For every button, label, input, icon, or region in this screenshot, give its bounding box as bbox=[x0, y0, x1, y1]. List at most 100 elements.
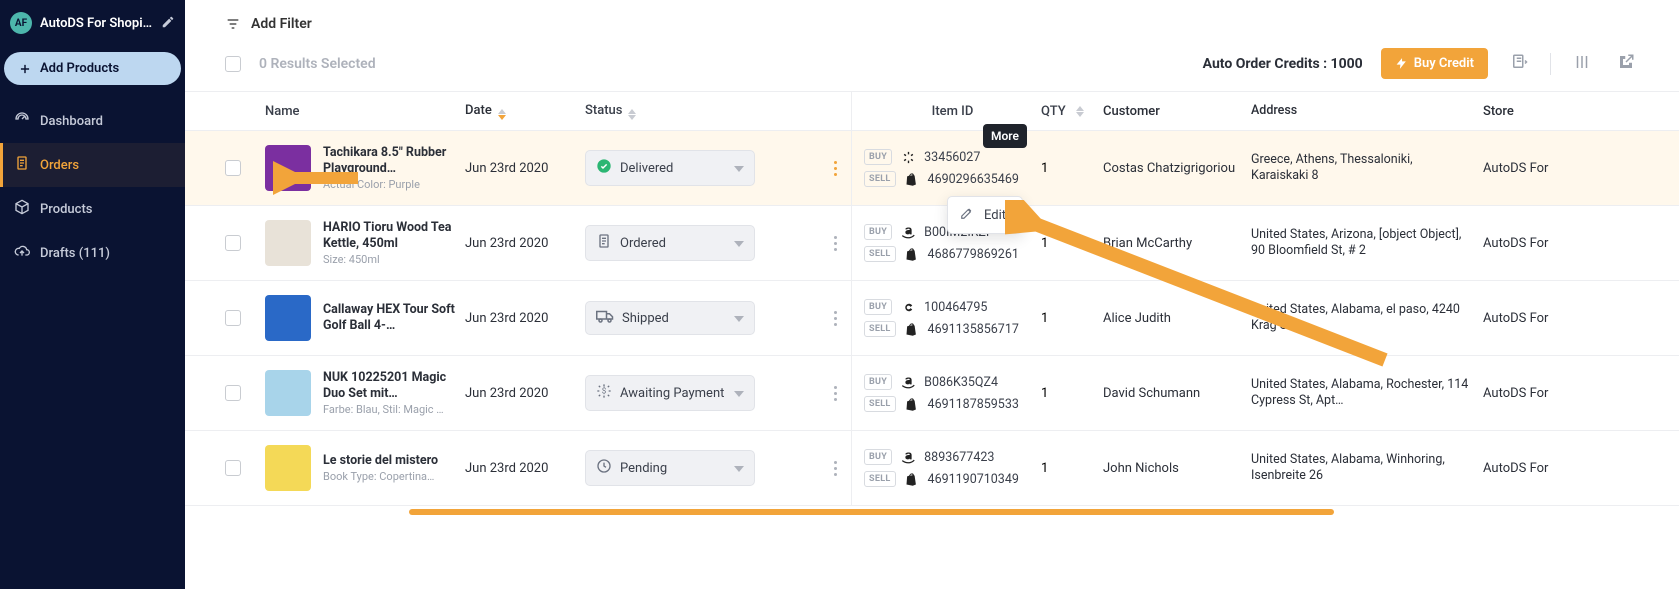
store-name: AutoDS For Shopif... bbox=[40, 16, 153, 31]
sidebar-item-orders[interactable]: Orders bbox=[0, 143, 185, 187]
table-row: Tachikara 8.5" Rubber Playground… Actual … bbox=[185, 131, 1679, 206]
address: United States, Alabama, Winhoring, Isenb… bbox=[1251, 452, 1483, 485]
status-select[interactable]: Delivered bbox=[585, 150, 755, 186]
order-date: Jun 23rd 2020 bbox=[465, 236, 585, 251]
sidebar-item-drafts[interactable]: Drafts (111) bbox=[0, 231, 185, 275]
product-thumbnail[interactable] bbox=[265, 220, 311, 266]
chevron-down-icon bbox=[734, 236, 744, 251]
buy-id[interactable]: 100464795 bbox=[924, 300, 987, 315]
product-meta: Actual Color: Purple bbox=[323, 178, 453, 191]
store-name-cell: AutoDS For bbox=[1483, 161, 1583, 176]
sidebar-item-products[interactable]: Products bbox=[0, 187, 185, 231]
pencil-icon[interactable] bbox=[161, 14, 175, 33]
col-store[interactable]: Store bbox=[1483, 104, 1583, 119]
qty: 1 bbox=[1041, 161, 1103, 176]
sell-tag: SELL bbox=[864, 171, 896, 187]
store-name-cell: AutoDS For bbox=[1483, 236, 1583, 251]
product-meta: Book Type: Copertina… bbox=[323, 470, 438, 483]
address: United States, Arizona, [object Object],… bbox=[1251, 227, 1483, 260]
table-row: Callaway HEX Tour Soft Golf Ball 4-…Jun … bbox=[185, 281, 1679, 356]
sidebar-item-label: Dashboard bbox=[40, 114, 103, 129]
more-actions-button[interactable] bbox=[832, 455, 839, 482]
store-name-cell: AutoDS For bbox=[1483, 461, 1583, 476]
product-thumbnail[interactable] bbox=[265, 295, 311, 341]
status-select[interactable]: Ordered bbox=[585, 225, 755, 261]
add-products-button[interactable]: Add Products bbox=[4, 52, 181, 85]
nav: Dashboard Orders Products Drafts (111) bbox=[0, 99, 185, 275]
more-actions-button[interactable] bbox=[832, 305, 839, 332]
buy-credit-button[interactable]: Buy Credit bbox=[1381, 48, 1488, 79]
status-select[interactable]: Shipped bbox=[585, 301, 755, 335]
more-actions-button[interactable] bbox=[832, 155, 839, 182]
col-status[interactable]: Status bbox=[585, 103, 819, 120]
cloud-upload-icon bbox=[14, 243, 30, 263]
row-checkbox[interactable] bbox=[225, 160, 241, 176]
sell-id[interactable]: 4691135856717 bbox=[928, 322, 1019, 337]
more-tooltip: More bbox=[983, 124, 1027, 148]
status-icon: $ bbox=[596, 383, 612, 403]
customer-name: David Schumann bbox=[1103, 386, 1251, 401]
row-checkbox[interactable] bbox=[225, 310, 241, 326]
product-thumbnail[interactable] bbox=[265, 445, 311, 491]
sell-tag: SELL bbox=[864, 246, 896, 262]
store-selector[interactable]: AF AutoDS For Shopif... bbox=[0, 0, 185, 46]
product-name[interactable]: Le storie del mistero bbox=[323, 453, 438, 469]
qty: 1 bbox=[1041, 311, 1103, 326]
export-icon[interactable] bbox=[1506, 49, 1532, 79]
status-icon bbox=[596, 233, 612, 253]
product-name[interactable]: Tachikara 8.5" Rubber Playground… bbox=[323, 145, 465, 176]
sell-tag: SELL bbox=[864, 396, 896, 412]
status-select[interactable]: $ Awaiting Payment bbox=[585, 375, 755, 411]
columns-icon[interactable] bbox=[1569, 49, 1595, 79]
store-name-cell: AutoDS For bbox=[1483, 311, 1583, 326]
row-checkbox[interactable] bbox=[225, 460, 241, 476]
horizontal-scrollbar[interactable] bbox=[409, 509, 1334, 515]
sell-id[interactable]: 4686779869261 bbox=[928, 247, 1019, 262]
status-select[interactable]: Pending bbox=[585, 450, 755, 486]
pencil-icon bbox=[960, 206, 974, 224]
product-name[interactable]: HARIO Tioru Wood Tea Kettle, 450ml bbox=[323, 220, 465, 251]
product-thumbnail[interactable] bbox=[265, 370, 311, 416]
buy-id[interactable]: 8893677423 bbox=[924, 450, 994, 465]
source-icon bbox=[904, 471, 920, 487]
product-name[interactable]: Callaway HEX Tour Soft Golf Ball 4-… bbox=[323, 302, 465, 333]
row-checkbox[interactable] bbox=[225, 385, 241, 401]
add-filter-button[interactable]: Add Filter bbox=[225, 16, 312, 32]
buy-id[interactable]: B086K35QZ4 bbox=[924, 375, 998, 390]
sell-id[interactable]: 4690296635469 bbox=[928, 172, 1019, 187]
sidebar-item-dashboard[interactable]: Dashboard bbox=[0, 99, 185, 143]
order-date: Jun 23rd 2020 bbox=[465, 386, 585, 401]
filter-bar: Add Filter bbox=[185, 0, 1679, 36]
product-name[interactable]: NUK 10225201 Magic Duo Set mit… bbox=[323, 370, 465, 401]
sort-icon bbox=[498, 109, 506, 120]
edit-popover[interactable]: Edit bbox=[947, 196, 1023, 234]
more-actions-button[interactable] bbox=[832, 230, 839, 257]
product-thumbnail[interactable] bbox=[265, 145, 311, 191]
address: United States, Alabama, Rochester, 114 C… bbox=[1251, 377, 1483, 410]
status-label: Awaiting Payment bbox=[620, 386, 724, 401]
sell-id[interactable]: 4691190710349 bbox=[928, 472, 1019, 487]
buy-tag: BUY bbox=[864, 374, 892, 390]
sort-icon bbox=[1076, 106, 1084, 117]
source-icon bbox=[900, 224, 916, 240]
select-all-checkbox[interactable] bbox=[225, 56, 241, 72]
status-icon bbox=[596, 158, 612, 178]
col-name[interactable]: Name bbox=[265, 104, 465, 119]
col-customer[interactable]: Customer bbox=[1103, 104, 1251, 119]
col-qty[interactable]: QTY bbox=[1041, 104, 1103, 119]
buy-tag: BUY bbox=[864, 224, 892, 240]
product-meta: Farbe: Blau, Stil: Magic … bbox=[323, 403, 453, 416]
source-icon bbox=[900, 149, 916, 165]
add-filter-label: Add Filter bbox=[251, 16, 312, 32]
col-date[interactable]: Date bbox=[465, 103, 585, 120]
status-icon bbox=[596, 458, 612, 478]
sell-id[interactable]: 4691187859533 bbox=[928, 397, 1019, 412]
external-link-icon[interactable] bbox=[1613, 49, 1639, 79]
more-actions-button[interactable] bbox=[832, 380, 839, 407]
row-checkbox[interactable] bbox=[225, 235, 241, 251]
source-icon bbox=[904, 246, 920, 262]
address: Greece, Athens, Thessaloniki, Karaiskaki… bbox=[1251, 152, 1483, 185]
box-icon bbox=[14, 199, 30, 219]
col-address[interactable]: Address bbox=[1251, 103, 1483, 119]
buy-id[interactable]: 33456027 bbox=[924, 150, 980, 165]
